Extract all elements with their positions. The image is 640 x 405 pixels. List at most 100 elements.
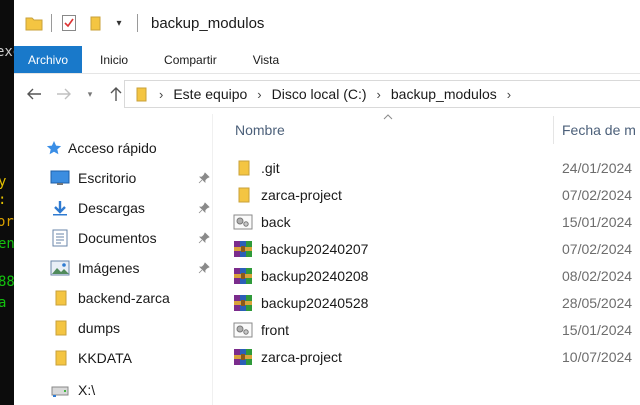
terminal-line: or xyxy=(0,214,14,230)
file-date: 07/02/2024 xyxy=(562,186,633,203)
window-title: backup_modulos xyxy=(151,14,265,32)
properties-icon[interactable] xyxy=(59,13,79,33)
file-name: zarca-project xyxy=(261,186,342,203)
file-name: backup20240208 xyxy=(261,267,369,284)
quick-access-toolbar: ▾ xyxy=(24,0,129,46)
tab-archivo[interactable]: Archivo xyxy=(14,46,83,73)
breadcrumb-disco-local[interactable]: Disco local (C:) xyxy=(272,86,367,102)
sidebar-item-dumps[interactable]: dumps xyxy=(50,316,210,340)
file-name: zarca-project xyxy=(261,348,342,365)
tab-inicio[interactable]: Inicio xyxy=(82,46,146,73)
sidebar-item-escritorio[interactable]: Escritorio xyxy=(50,166,210,190)
chevron-right-icon[interactable]: › xyxy=(257,87,261,102)
forward-arrow-icon[interactable] xyxy=(52,82,76,106)
customize-toolbar-icon[interactable]: ▾ xyxy=(109,13,129,33)
file-date: 08/02/2024 xyxy=(562,267,633,284)
folder-icon xyxy=(50,320,70,336)
generic-file-icon xyxy=(233,321,253,339)
sidebar-item-imagenes[interactable]: Imágenes xyxy=(50,256,210,280)
sort-up-icon xyxy=(383,114,393,120)
column-resize-handle[interactable] xyxy=(553,116,554,144)
file-date: 24/01/2024 xyxy=(562,159,633,176)
sidebar-item-label: dumps xyxy=(78,320,121,336)
address-bar[interactable]: › Este equipo › Disco local (C:) › backu… xyxy=(124,80,640,108)
sidebar-item-label: Escritorio xyxy=(78,170,137,186)
file-row[interactable]: front 15/01/2024 xyxy=(233,316,640,343)
rar-archive-icon xyxy=(233,294,253,312)
terminal-line: 88 xyxy=(0,274,14,290)
file-row[interactable]: zarca-project 10/07/2024 xyxy=(233,343,640,370)
star-icon xyxy=(46,140,62,156)
pictures-icon xyxy=(50,260,70,276)
file-date: 28/05/2024 xyxy=(562,294,633,311)
sidebar-item-label: Descargas xyxy=(78,200,145,216)
desktop-icon xyxy=(50,170,70,186)
folder-icon xyxy=(24,13,44,33)
terminal-line: en xyxy=(0,236,14,252)
file-name: backup20240207 xyxy=(261,240,369,257)
sidebar-item-label: KKDATA xyxy=(78,350,132,366)
network-drive-icon xyxy=(50,382,70,398)
quick-access-item[interactable]: Acceso rápido xyxy=(46,136,157,160)
sidebar-item-kkdata[interactable]: KKDATA xyxy=(50,346,210,370)
back-arrow-icon[interactable] xyxy=(22,82,46,106)
sidebar-item-documentos[interactable]: Documentos xyxy=(50,226,210,250)
column-header-name[interactable]: Nombre xyxy=(235,114,285,146)
breadcrumb-este-equipo[interactable]: Este equipo xyxy=(173,86,247,102)
file-row[interactable]: zarca-project 07/02/2024 xyxy=(233,181,640,208)
new-folder-icon[interactable] xyxy=(85,13,105,33)
tab-compartir[interactable]: Compartir xyxy=(146,46,235,73)
folder-icon xyxy=(133,86,149,102)
file-row[interactable]: .git 24/01/2024 xyxy=(233,154,640,181)
terminal-line: exe xyxy=(0,44,14,60)
file-row[interactable]: backup20240528 28/05/2024 xyxy=(233,289,640,316)
rar-archive-icon xyxy=(233,267,253,285)
file-name: .git xyxy=(261,159,280,176)
title-separator xyxy=(137,14,138,32)
document-icon xyxy=(50,229,70,247)
sidebar-item-x-drive[interactable]: X:\ xyxy=(50,378,210,402)
terminal-line: y xyxy=(0,174,7,190)
navigation-pane: Acceso rápido Escritorio Descargas Docum… xyxy=(14,114,212,405)
pin-icon[interactable] xyxy=(198,262,210,274)
sidebar-item-label: Documentos xyxy=(78,230,157,246)
title-bar: ▾ backup_modulos xyxy=(14,0,640,46)
file-name: backup20240528 xyxy=(261,294,369,311)
folder-icon xyxy=(50,350,70,366)
pin-icon[interactable] xyxy=(198,232,210,244)
recent-locations-icon[interactable]: ▾ xyxy=(78,82,102,106)
file-date: 15/01/2024 xyxy=(562,213,633,230)
file-name: back xyxy=(261,213,291,230)
file-row[interactable]: backup20240207 07/02/2024 xyxy=(233,235,640,262)
ribbon-tabs: Archivo Inicio Compartir Vista xyxy=(14,46,640,74)
file-list: Nombre Fecha de m .git 24/01/2024 zarca-… xyxy=(213,114,640,405)
breadcrumb-backup-modulos[interactable]: backup_modulos xyxy=(391,86,497,102)
folder-icon xyxy=(233,186,253,204)
toolbar-separator xyxy=(51,14,52,32)
column-header-date[interactable]: Fecha de m xyxy=(562,114,636,146)
folder-icon xyxy=(50,290,70,306)
tab-vista[interactable]: Vista xyxy=(235,46,297,73)
sidebar-item-label: X:\ xyxy=(78,382,96,398)
file-name: front xyxy=(261,321,290,338)
file-date: 07/02/2024 xyxy=(562,240,633,257)
sidebar-item-label: Imágenes xyxy=(78,260,140,276)
sidebar-item-backend-zarca[interactable]: backend-zarca xyxy=(50,286,210,310)
terminal-line: : xyxy=(0,192,6,208)
pin-icon[interactable] xyxy=(198,172,210,184)
file-row[interactable]: back 15/01/2024 xyxy=(233,208,640,235)
chevron-right-icon[interactable]: › xyxy=(377,87,381,102)
rar-archive-icon xyxy=(233,348,253,366)
generic-file-icon xyxy=(233,213,253,231)
rar-archive-icon xyxy=(233,240,253,258)
file-date: 10/07/2024 xyxy=(562,348,633,365)
sidebar-item-descargas[interactable]: Descargas xyxy=(50,196,210,220)
quick-access-label: Acceso rápido xyxy=(68,140,157,156)
file-explorer-window: ▾ backup_modulos Archivo Inicio Comparti… xyxy=(14,0,640,405)
file-row[interactable]: backup20240208 08/02/2024 xyxy=(233,262,640,289)
chevron-right-icon[interactable]: › xyxy=(507,87,511,102)
background-terminal: exe y : or en 88 a xyxy=(0,0,14,405)
pin-icon[interactable] xyxy=(198,202,210,214)
chevron-right-icon[interactable]: › xyxy=(159,87,163,102)
navigation-bar: ▾ › Este equipo › Disco local (C:) › bac… xyxy=(14,74,640,114)
